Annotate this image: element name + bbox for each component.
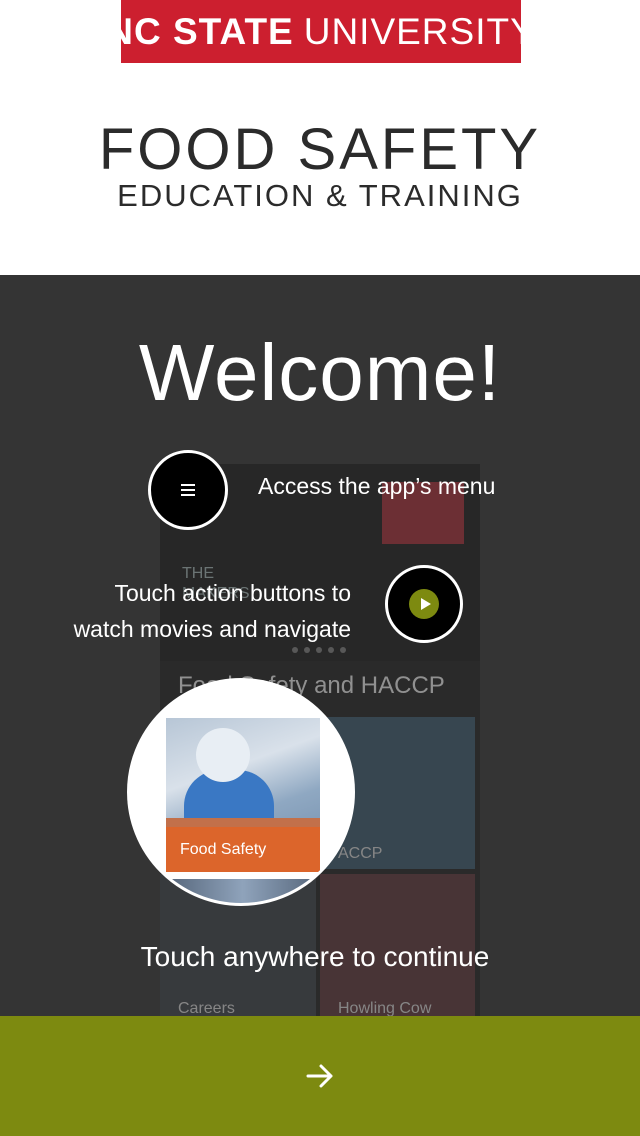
play-button[interactable] [409, 589, 439, 619]
play-icon [420, 598, 431, 610]
action-hint-line2: watch movies and navigate [73, 616, 351, 642]
header: NC STATE UNIVERSITY FOOD SAFETY EDUCATIO… [0, 0, 640, 275]
next-button[interactable] [0, 1016, 640, 1136]
arrow-right-icon [306, 1064, 333, 1088]
brand-light: UNIVERSITY [303, 10, 536, 52]
menu-hint: Access the app’s menu [258, 473, 496, 499]
app-title: FOOD SAFETY [98, 117, 542, 182]
food-safety-tile-label: Food Safety [166, 827, 320, 872]
food-safety-tile-image: Food Safety [166, 718, 320, 872]
menu-button-highlight[interactable] [148, 450, 228, 530]
next-tile-peek [166, 879, 320, 903]
continue-hint: Touch anywhere to continue [140, 941, 490, 972]
app-subtitle: EDUCATION & TRAINING [117, 178, 523, 213]
nc-state-logo: NC STATE UNIVERSITY [106, 0, 535, 63]
preview-tile-label: ACCP [338, 845, 383, 862]
action-hint: Touch action buttons to watch movies and… [20, 575, 351, 647]
tile-highlight[interactable]: Food Safety [127, 678, 355, 906]
worker-head [196, 728, 250, 782]
action-button-highlight[interactable] [385, 565, 463, 643]
preview-tile-label: Careers [178, 1000, 235, 1016]
brand-bold: NC STATE [106, 10, 294, 52]
welcome-heading: Welcome! [138, 328, 502, 417]
preview-tile-label: Howling Cow [338, 1000, 432, 1016]
preview-carousel-dots [292, 647, 346, 653]
onboarding-overlay[interactable]: THE MAKERS Food Safety and HACCP ACCP Ca… [0, 275, 640, 1016]
hamburger-icon [181, 484, 195, 496]
action-hint-line1: Touch action buttons to [114, 580, 351, 606]
